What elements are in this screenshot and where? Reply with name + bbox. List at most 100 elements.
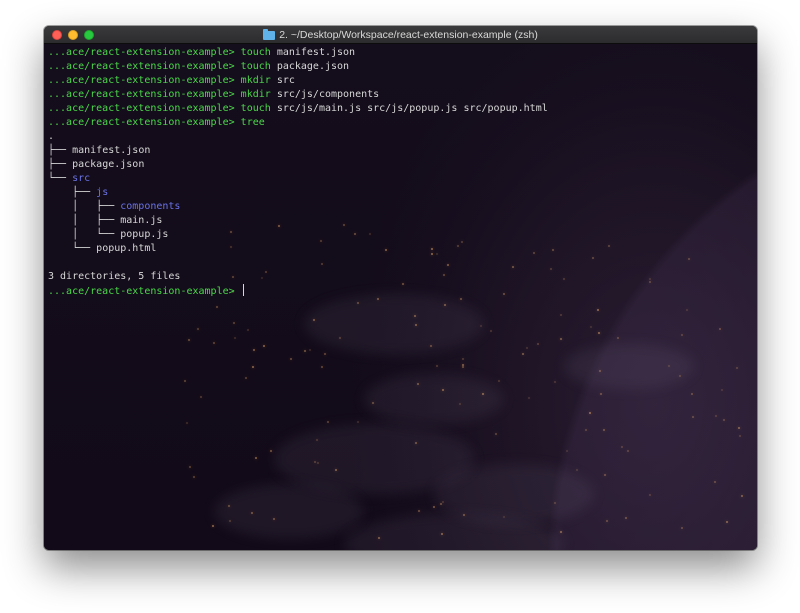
title-bar[interactable]: 2. ~/Desktop/Workspace/react-extension-e…	[44, 26, 757, 44]
city-light	[738, 427, 740, 429]
command-name: tree	[240, 117, 265, 128]
city-light	[442, 501, 444, 503]
city-light	[604, 474, 606, 476]
tree-line: ├── manifest.json	[48, 144, 548, 158]
window-title-group: 2. ~/Desktop/Workspace/react-extension-e…	[44, 26, 757, 44]
tree-branch: ├──	[48, 145, 73, 156]
city-light	[200, 396, 202, 398]
city-light	[442, 389, 444, 391]
tree-line: │ ├── main.js	[48, 214, 548, 228]
city-light	[234, 337, 236, 339]
tree-branch: .	[48, 131, 55, 142]
text-cursor	[242, 284, 244, 296]
city-light	[715, 415, 717, 417]
tree-file: main.js	[120, 215, 163, 226]
city-light	[415, 324, 417, 326]
city-light	[714, 481, 716, 483]
city-light	[726, 521, 728, 523]
command-args: src	[276, 75, 295, 86]
tree-line: └── popup.html	[48, 242, 548, 256]
city-light	[589, 412, 591, 414]
city-light	[692, 416, 694, 418]
command-line: ...ace/react-extension-example> mkdir sr…	[48, 74, 548, 88]
city-light	[188, 339, 190, 341]
city-light	[228, 505, 230, 507]
city-light	[290, 358, 292, 360]
tree-file: popup.html	[96, 243, 157, 254]
tree-branch: ├──	[48, 187, 97, 198]
city-light	[304, 350, 306, 352]
command-args: package.json	[276, 61, 350, 72]
city-light	[252, 366, 254, 368]
prompt-path: ...ace/react-extension-example>	[48, 103, 235, 114]
terminal-window: 2. ~/Desktop/Workspace/react-extension-e…	[44, 26, 757, 550]
city-light	[270, 450, 272, 452]
city-light	[503, 516, 505, 518]
city-light	[599, 370, 601, 372]
city-light	[189, 466, 191, 468]
city-light	[430, 345, 432, 347]
wallpaper-cloud	[304, 294, 484, 354]
terminal-pane[interactable]: ...ace/react-extension-example> touch ma…	[44, 44, 757, 550]
command-name: touch	[240, 103, 271, 114]
tree-line: │ ├── components	[48, 200, 548, 214]
city-light	[686, 309, 688, 311]
tree-branch: └──	[48, 243, 97, 254]
city-light	[441, 533, 443, 535]
city-light	[213, 342, 215, 344]
city-light	[721, 389, 723, 391]
city-light	[317, 462, 319, 464]
city-light	[719, 328, 721, 330]
city-light	[263, 345, 265, 347]
city-light	[649, 494, 651, 496]
city-light	[440, 503, 442, 505]
city-light	[335, 469, 337, 471]
prompt-path: ...ace/react-extension-example>	[48, 47, 235, 58]
city-light	[598, 332, 600, 334]
city-light	[681, 527, 683, 529]
city-light	[528, 397, 530, 399]
city-light	[377, 298, 379, 300]
city-light	[739, 435, 741, 437]
city-light	[245, 377, 247, 379]
city-light	[566, 450, 568, 452]
wallpaper-cloud	[214, 484, 364, 539]
city-light	[247, 329, 249, 331]
city-light	[603, 429, 605, 431]
city-light	[606, 520, 608, 522]
city-light	[590, 326, 592, 328]
city-light	[576, 469, 578, 471]
tree-directory: components	[120, 201, 181, 212]
command-line: ...ace/react-extension-example> tree	[48, 116, 548, 130]
city-light	[560, 338, 562, 340]
city-light	[597, 309, 599, 311]
city-light	[436, 365, 438, 367]
tree-directory: src	[72, 173, 91, 184]
city-light	[357, 302, 359, 304]
city-light	[681, 334, 683, 336]
city-light	[462, 366, 464, 368]
city-light	[233, 322, 235, 324]
city-light	[563, 278, 565, 280]
city-light	[741, 495, 743, 497]
tree-file: manifest.json	[72, 145, 151, 156]
city-light	[600, 393, 602, 395]
city-light	[357, 421, 359, 423]
city-light	[193, 476, 195, 478]
command-name: touch	[240, 61, 271, 72]
city-light	[550, 268, 552, 270]
folder-icon	[263, 29, 276, 40]
city-light	[321, 366, 323, 368]
city-light	[537, 343, 539, 345]
city-light	[184, 380, 186, 382]
command-line: ...ace/react-extension-example> touch pa…	[48, 60, 548, 74]
city-light	[688, 258, 690, 260]
city-light	[649, 281, 651, 283]
city-light	[482, 393, 484, 395]
city-light	[309, 349, 311, 351]
city-light	[460, 298, 462, 300]
tree-branch: │ ├──	[48, 201, 121, 212]
city-light	[625, 517, 627, 519]
prompt-path: ...ace/react-extension-example>	[48, 61, 235, 72]
